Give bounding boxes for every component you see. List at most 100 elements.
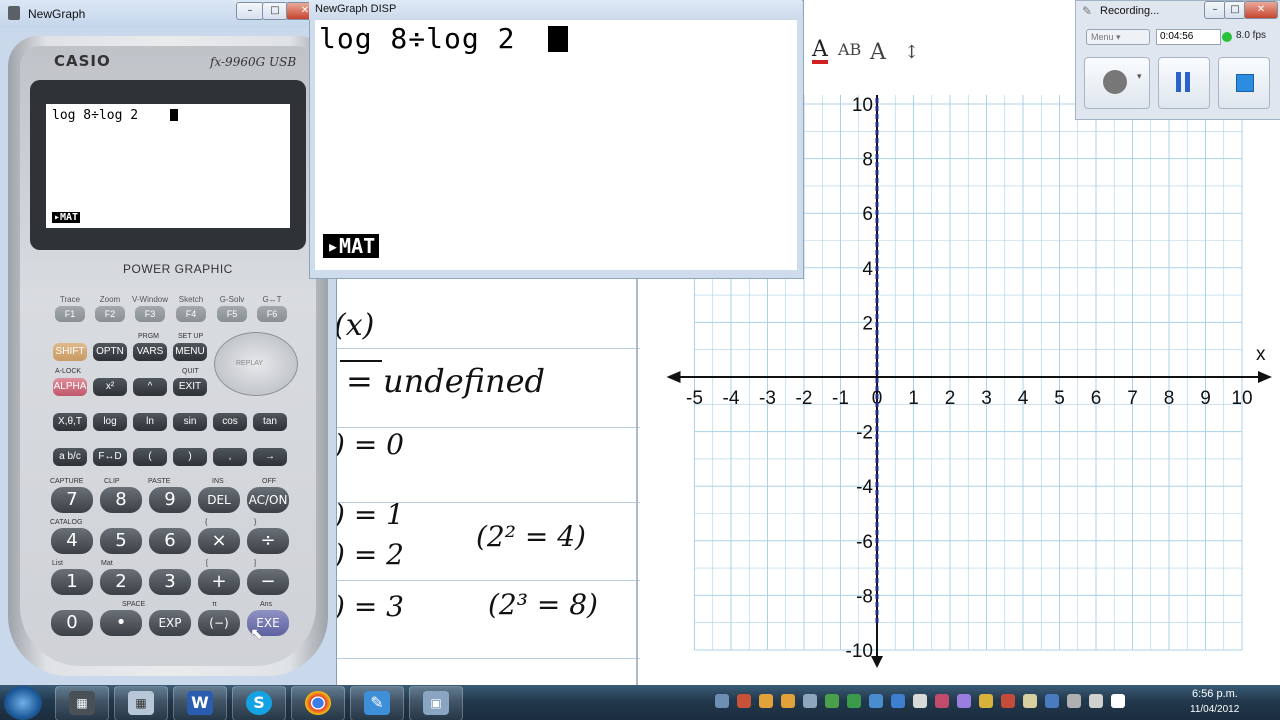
start-button[interactable]: [4, 686, 42, 720]
recorder-menu-dropdown[interactable]: Menu ▾: [1086, 29, 1150, 45]
disp-titlebar[interactable]: NewGraph DISP: [309, 0, 802, 20]
shift-key[interactable]: SHIFT: [53, 343, 87, 361]
exit-key[interactable]: EXIT: [173, 378, 207, 396]
f4-key[interactable]: F4: [176, 306, 206, 322]
tray-icon[interactable]: [1089, 694, 1103, 708]
negative-key[interactable]: (−): [198, 610, 240, 636]
f2-key[interactable]: F2: [95, 306, 125, 322]
tray-icon[interactable]: [1001, 694, 1015, 708]
tray-icon[interactable]: [891, 694, 905, 708]
record-button[interactable]: ▾: [1084, 57, 1150, 109]
highlight-icon[interactable]: AB: [838, 40, 861, 59]
f-to-d-key[interactable]: F↔D: [93, 448, 127, 466]
vars-key[interactable]: VARS: [133, 343, 167, 361]
optn-key[interactable]: OPTN: [93, 343, 127, 361]
square-key[interactable]: x²: [93, 378, 127, 396]
store-arrow-key[interactable]: →: [253, 448, 287, 466]
subtract-key[interactable]: −: [247, 569, 289, 595]
tray-icon[interactable]: [1111, 694, 1125, 708]
taskbar-remote[interactable]: ▣: [409, 686, 463, 721]
tray-icon[interactable]: [759, 694, 773, 708]
chevron-down-icon[interactable]: ▾: [1137, 72, 1142, 82]
power-key[interactable]: ^: [133, 378, 167, 396]
maximize-button[interactable]: □: [1224, 1, 1246, 19]
key-sublabel: CAPTURE: [50, 478, 84, 485]
tray-icon[interactable]: [979, 694, 993, 708]
digit-7-key[interactable]: 7: [51, 487, 93, 513]
digit-4-key[interactable]: 4: [51, 528, 93, 554]
close-paren-key[interactable]: ): [173, 448, 207, 466]
maximize-button[interactable]: □: [262, 2, 288, 20]
digit-9-key[interactable]: 9: [149, 487, 191, 513]
x-tick-label: 9: [1200, 388, 1211, 409]
ln-key[interactable]: ln: [133, 413, 167, 431]
line-spacing-icon[interactable]: ↕: [904, 42, 919, 63]
tray-icon[interactable]: [1067, 694, 1081, 708]
text-effect-icon[interactable]: A: [870, 40, 886, 65]
f3-key[interactable]: F3: [135, 306, 165, 322]
tray-icon[interactable]: [781, 694, 795, 708]
cos-key[interactable]: cos: [213, 413, 247, 431]
calculator-titlebar[interactable]: NewGraph – □ ✕: [0, 0, 336, 28]
key-sublabel: SPACE: [122, 601, 146, 608]
tray-icon[interactable]: [957, 694, 971, 708]
delete-key[interactable]: DEL: [198, 487, 240, 513]
notes-rule: [330, 348, 640, 349]
digit-0-key[interactable]: 0: [51, 610, 93, 636]
taskbar-calculator-2[interactable]: ▦: [114, 686, 168, 721]
record-icon: [1103, 70, 1127, 94]
open-paren-key[interactable]: (: [133, 448, 167, 466]
tray-icon[interactable]: [715, 694, 729, 708]
taskbar-notes[interactable]: ✎: [350, 686, 404, 721]
taskbar-skype[interactable]: S: [232, 686, 286, 721]
tray-icon[interactable]: [825, 694, 839, 708]
taskbar-word[interactable]: W: [173, 686, 227, 721]
divide-key[interactable]: ÷: [247, 528, 289, 554]
digit-3-key[interactable]: 3: [149, 569, 191, 595]
f1-key[interactable]: F1: [55, 306, 85, 322]
f6-key[interactable]: F6: [257, 306, 287, 322]
screen-cursor: [548, 26, 568, 52]
multiply-key[interactable]: ×: [198, 528, 240, 554]
digit-2-key[interactable]: 2: [100, 569, 142, 595]
tray-icon[interactable]: [913, 694, 927, 708]
taskbar-chrome[interactable]: [291, 686, 345, 721]
minimize-button[interactable]: –: [236, 2, 264, 20]
tray-icon[interactable]: [1023, 694, 1037, 708]
pause-button[interactable]: [1158, 57, 1210, 109]
digit-1-key[interactable]: 1: [51, 569, 93, 595]
alpha-key[interactable]: ALPHA: [53, 378, 87, 396]
word-icon: W: [187, 691, 213, 715]
font-color-icon[interactable]: A: [812, 39, 828, 64]
sin-key[interactable]: sin: [173, 413, 207, 431]
calculator-app-icon: [8, 6, 20, 20]
comma-key[interactable]: ,: [213, 448, 247, 466]
tray-icon[interactable]: [803, 694, 817, 708]
tray-icon[interactable]: [847, 694, 861, 708]
decimal-key[interactable]: •: [100, 610, 142, 636]
fraction-key[interactable]: a b/c: [53, 448, 87, 466]
taskbar-calculator[interactable]: ▦: [55, 686, 109, 721]
minimize-button[interactable]: –: [1204, 1, 1226, 19]
stop-button[interactable]: [1218, 57, 1270, 109]
tan-key[interactable]: tan: [253, 413, 287, 431]
f5-key[interactable]: F5: [217, 306, 247, 322]
digit-8-key[interactable]: 8: [100, 487, 142, 513]
close-button[interactable]: ✕: [1244, 1, 1278, 19]
clock-time[interactable]: 6:56 p.m.: [1192, 688, 1238, 700]
add-key[interactable]: +: [198, 569, 240, 595]
digit-6-key[interactable]: 6: [149, 528, 191, 554]
x-tick-label: 2: [945, 388, 956, 409]
log-key[interactable]: log: [93, 413, 127, 431]
x-theta-t-key[interactable]: X,θ,T: [53, 413, 87, 431]
ac-on-key[interactable]: AC/ON: [247, 487, 289, 513]
tray-icon[interactable]: [1045, 694, 1059, 708]
clock-date[interactable]: 11/04/2012: [1190, 704, 1239, 715]
tray-icon[interactable]: [869, 694, 883, 708]
tray-icon[interactable]: [737, 694, 751, 708]
tray-icon[interactable]: [935, 694, 949, 708]
menu-key[interactable]: MENU: [173, 343, 207, 361]
exp-key[interactable]: EXP: [149, 610, 191, 636]
notes-rule: [330, 580, 640, 581]
digit-5-key[interactable]: 5: [100, 528, 142, 554]
